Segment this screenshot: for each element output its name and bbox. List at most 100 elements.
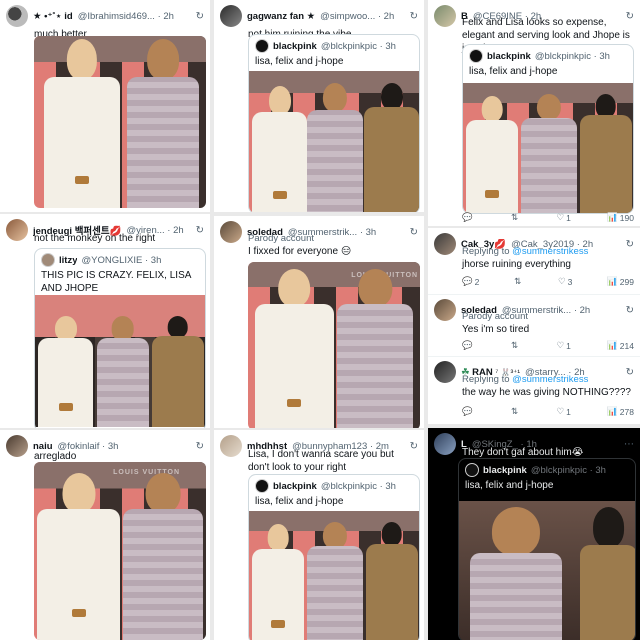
user-avatar[interactable] bbox=[220, 435, 242, 457]
tweet-photo[interactable]: LOUIS VUITTON bbox=[248, 262, 420, 428]
refresh-icon[interactable]: ↻ bbox=[196, 11, 204, 22]
views-button[interactable]: 📊 214 bbox=[607, 340, 634, 351]
user-avatar[interactable] bbox=[220, 221, 242, 243]
quote-display-name: blackpink bbox=[273, 480, 317, 492]
refresh-icon[interactable]: ↻ bbox=[626, 11, 634, 22]
chart-icon: 📊 bbox=[607, 276, 618, 286]
tweet-text: the way he was giving NOTHING???? bbox=[462, 387, 631, 398]
person-lisa bbox=[521, 93, 577, 213]
quote-photo[interactable] bbox=[249, 511, 419, 640]
retweet-button[interactable]: ⇅ bbox=[511, 212, 520, 223]
retweet-button[interactable]: ⇅ bbox=[511, 406, 520, 417]
quote-handle: @blckpinkpic · 3h bbox=[320, 480, 396, 492]
refresh-icon[interactable]: ↻ bbox=[626, 367, 634, 378]
tweet-actions: 💬 ⇅ ♡ 1 📊 278 bbox=[462, 406, 634, 417]
tweet-photo[interactable]: LOUIS VUITTON bbox=[34, 462, 206, 640]
views-button[interactable]: 📊 278 bbox=[607, 406, 634, 417]
quote-handle: @YONGLIXIE · 3h bbox=[81, 254, 162, 266]
quote-text: lisa, felix and j-hope bbox=[255, 496, 344, 507]
tweet-card-4[interactable]: jendeugi 백퍼센트💋 @yiren... · 2h ↻ not the … bbox=[0, 214, 210, 428]
tweet-card-3[interactable]: B @CE69INE · 2h ↻ Felix and Lisa looks s… bbox=[428, 0, 640, 226]
reply-button[interactable]: 💬 bbox=[462, 212, 475, 223]
reply-button[interactable]: 💬 bbox=[462, 340, 475, 351]
refresh-icon[interactable]: ↻ bbox=[196, 441, 204, 452]
views-button[interactable]: 📊 299 bbox=[607, 276, 634, 287]
refresh-icon[interactable]: ↻ bbox=[410, 227, 418, 238]
person-lisa bbox=[469, 506, 563, 640]
retweet-button[interactable]: ⇅ bbox=[514, 276, 523, 287]
heart-icon: ♡ bbox=[556, 340, 565, 350]
quote-tweet[interactable]: litzy @YONGLIXIE · 3h THIS PIC IS CRAZY.… bbox=[34, 248, 206, 428]
person-lisa bbox=[126, 39, 200, 208]
quote-display-name: blackpink bbox=[273, 40, 317, 52]
tweet-photo[interactable] bbox=[34, 36, 206, 208]
tweet-card-10[interactable]: mhdhhst @bunnypham123 · 2m ↻ Lisa, I don… bbox=[214, 430, 424, 640]
quote-text: lisa, felix and j-hope bbox=[465, 480, 554, 491]
reply-icon: 💬 bbox=[462, 276, 473, 286]
more-icon[interactable]: ⋯ bbox=[624, 439, 634, 450]
tweet-card-5[interactable]: soledad @summerstrik... · 3h ↻ Parody ac… bbox=[214, 216, 424, 428]
tweet-card-7[interactable]: soledad @summerstrik... · 2h ↻ Parody ac… bbox=[428, 294, 640, 356]
tweet-text: Yes i'm so tired bbox=[462, 324, 530, 335]
quote-display-name: blackpink bbox=[487, 50, 531, 62]
user-avatar[interactable] bbox=[434, 299, 456, 321]
like-button[interactable]: ♡ 1 bbox=[556, 340, 570, 351]
chart-icon: 📊 bbox=[607, 340, 618, 350]
quote-text: lisa, felix and j-hope bbox=[255, 56, 344, 67]
user-avatar[interactable] bbox=[434, 5, 456, 27]
tweet-card-9[interactable]: naiu @fokinlaif · 3h ↻ arreglado LOUIS V… bbox=[0, 430, 210, 640]
quote-handle: @blckpinkpic · 3h bbox=[530, 464, 606, 476]
tweet-card-2[interactable]: gagwanz fan ★ @simpwoo... · 2h ↻ not him… bbox=[214, 0, 424, 212]
user-avatar[interactable] bbox=[6, 5, 28, 27]
user-display-name[interactable]: naiu bbox=[33, 441, 53, 452]
chart-icon: 📊 bbox=[607, 406, 618, 416]
user-avatar[interactable] bbox=[6, 219, 28, 241]
refresh-icon[interactable]: ↻ bbox=[410, 441, 418, 452]
tweet-card-1[interactable]: ★ •⁺˚⋆ id @Ibrahimsid469... · 2h ↻ much … bbox=[0, 0, 210, 212]
refresh-icon[interactable]: ↻ bbox=[626, 239, 634, 250]
user-avatar[interactable] bbox=[220, 5, 242, 27]
user-avatar[interactable] bbox=[434, 433, 456, 455]
person-jhope bbox=[579, 93, 632, 213]
user-display-name[interactable]: gagwanz fan ★ bbox=[247, 11, 315, 22]
refresh-icon[interactable]: ↻ bbox=[196, 225, 204, 236]
quote-tweet[interactable]: blackpink @blckpinkpic · 3h lisa, felix … bbox=[248, 34, 420, 212]
user-handle: @simpwoo... · 2h bbox=[320, 10, 395, 22]
like-button[interactable]: ♡ 3 bbox=[558, 276, 572, 287]
user-avatar[interactable] bbox=[434, 233, 456, 255]
quote-avatar bbox=[41, 253, 55, 267]
person-jhope bbox=[580, 506, 635, 640]
user-avatar[interactable] bbox=[6, 435, 28, 457]
user-display-name[interactable]: ★ •⁺˚⋆ id bbox=[33, 11, 73, 22]
quote-display-name: blackpink bbox=[483, 464, 527, 476]
like-button[interactable]: ♡ 1 bbox=[556, 212, 570, 223]
reply-button[interactable]: 💬 2 bbox=[462, 276, 479, 287]
quote-tweet[interactable]: blackpink @blckpinkpic · 3h lisa, felix … bbox=[458, 458, 636, 640]
reply-icon: 💬 bbox=[462, 212, 473, 222]
quote-avatar bbox=[469, 49, 483, 63]
quote-photo[interactable] bbox=[35, 295, 205, 427]
tweet-card-11[interactable]: L @SKingZ_ · 1h ⋯ They don't gaf about h… bbox=[428, 428, 640, 640]
like-button[interactable]: ♡ 1 bbox=[556, 406, 570, 417]
reply-button[interactable]: 💬 bbox=[462, 406, 475, 417]
tweet-card-8[interactable]: ☘ RAN ⁷ 🐰³⁺¹ @starry... · 2h ↻ Replying … bbox=[428, 356, 640, 424]
heart-icon: ♡ bbox=[556, 406, 565, 416]
retweet-button[interactable]: ⇅ bbox=[511, 340, 520, 351]
reply-mention-link[interactable]: @summerstrikess bbox=[512, 374, 588, 385]
refresh-icon[interactable]: ↻ bbox=[626, 305, 634, 316]
views-button[interactable]: 📊 190 bbox=[607, 212, 634, 223]
chart-icon: 📊 bbox=[607, 212, 618, 222]
refresh-icon[interactable]: ↻ bbox=[410, 11, 418, 22]
quote-tweet[interactable]: blackpink @blckpinkpic · 3h lisa, felix … bbox=[248, 474, 420, 640]
reply-mention-link[interactable]: @summerstrikess bbox=[512, 246, 588, 257]
person-felix bbox=[254, 268, 334, 428]
tweet-card-6[interactable]: Cak_3y💋 @Cak_3y2019 · 2h ↻ Replying to @… bbox=[428, 228, 640, 294]
user-handle: @Ibrahimsid469... · 2h bbox=[77, 10, 174, 22]
quote-tweet[interactable]: blackpink @blckpinkpic · 3h lisa, felix … bbox=[462, 44, 634, 214]
quote-photo[interactable] bbox=[459, 501, 635, 640]
quote-photo[interactable] bbox=[249, 71, 419, 212]
quote-photo[interactable] bbox=[463, 83, 633, 213]
quote-avatar bbox=[465, 463, 479, 477]
quote-text: lisa, felix and j-hope bbox=[469, 66, 558, 77]
user-avatar[interactable] bbox=[434, 361, 456, 383]
